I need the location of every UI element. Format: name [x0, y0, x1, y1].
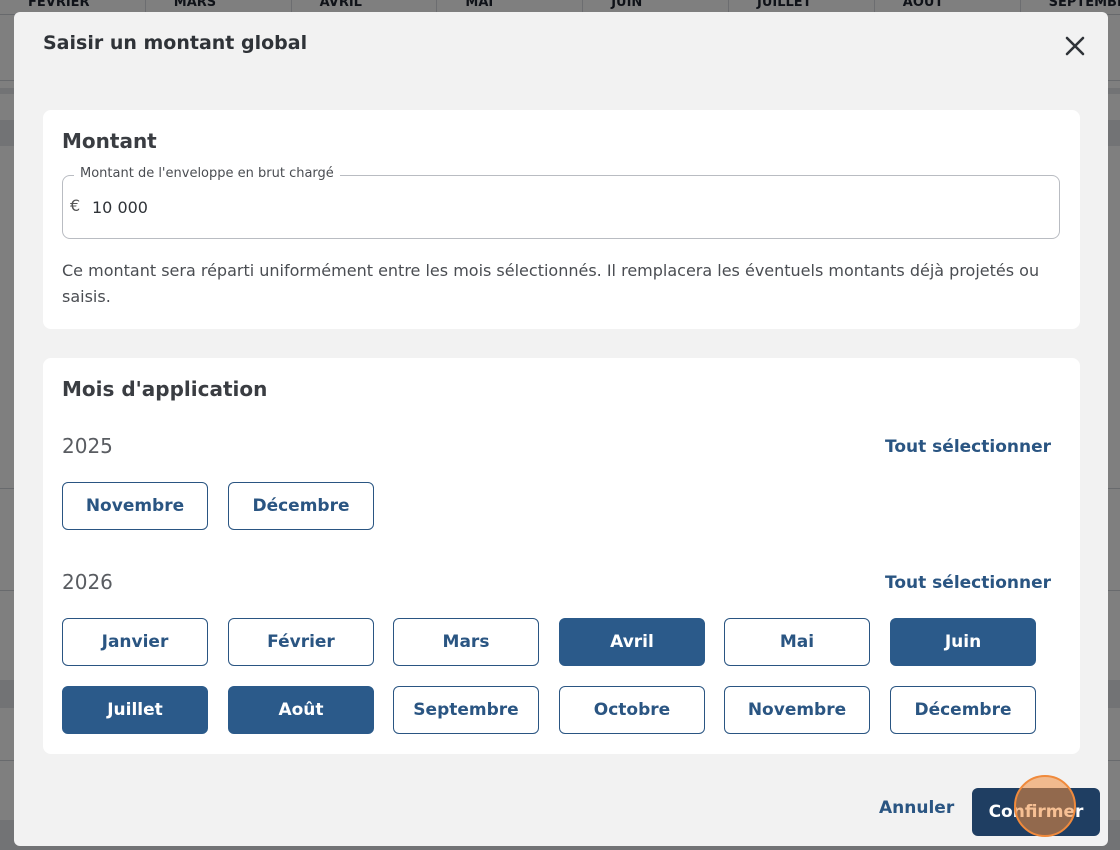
amount-help-text: Ce montant sera réparti uniformément ent… — [62, 261, 1040, 306]
amount-input[interactable] — [92, 194, 992, 220]
months-section-title: Mois d'application — [62, 377, 268, 401]
month-2025-novembre-button[interactable]: Novembre — [62, 482, 208, 530]
month-2026-janvier-button[interactable]: Janvier — [62, 618, 208, 666]
amount-field-label: Montant de l'enveloppe en brut chargé — [74, 166, 340, 181]
month-2026-septembre-button[interactable]: Septembre — [393, 686, 539, 734]
amount-section-title: Montant — [62, 129, 157, 153]
month-2026-aout-button[interactable]: Août — [228, 686, 374, 734]
select-all-2025-button[interactable]: Tout sélectionner — [885, 437, 1051, 457]
month-2026-mai-button[interactable]: Mai — [724, 618, 870, 666]
month-2026-mars-button[interactable]: Mars — [393, 618, 539, 666]
modal-title: Saisir un montant global — [43, 32, 308, 54]
confirm-button[interactable]: Confirmer — [972, 788, 1100, 836]
cancel-button[interactable]: Annuler — [879, 798, 954, 818]
month-2026-avril-button[interactable]: Avril — [559, 618, 705, 666]
year-label-2025: 2025 — [62, 434, 113, 458]
amount-card: Montant Montant de l'enveloppe en brut c… — [43, 110, 1080, 329]
month-2026-fevrier-button[interactable]: Février — [228, 618, 374, 666]
close-button[interactable] — [1062, 33, 1088, 59]
month-2026-juillet-button[interactable]: Juillet — [62, 686, 208, 734]
month-2026-octobre-button[interactable]: Octobre — [559, 686, 705, 734]
euro-icon: € — [70, 196, 81, 215]
month-2026-juin-button[interactable]: Juin — [890, 618, 1036, 666]
global-amount-modal: Saisir un montant global Montant Montant… — [14, 12, 1108, 846]
year-label-2026: 2026 — [62, 570, 113, 594]
select-all-2026-button[interactable]: Tout sélectionner — [885, 573, 1051, 593]
amount-field[interactable]: Montant de l'enveloppe en brut chargé € — [62, 166, 1060, 239]
close-icon — [1065, 36, 1085, 56]
months-card: Mois d'application 2025 Tout sélectionne… — [43, 358, 1080, 754]
month-2026-decembre-button[interactable]: Décembre — [890, 686, 1036, 734]
month-2026-novembre-button[interactable]: Novembre — [724, 686, 870, 734]
month-2025-decembre-button[interactable]: Décembre — [228, 482, 374, 530]
